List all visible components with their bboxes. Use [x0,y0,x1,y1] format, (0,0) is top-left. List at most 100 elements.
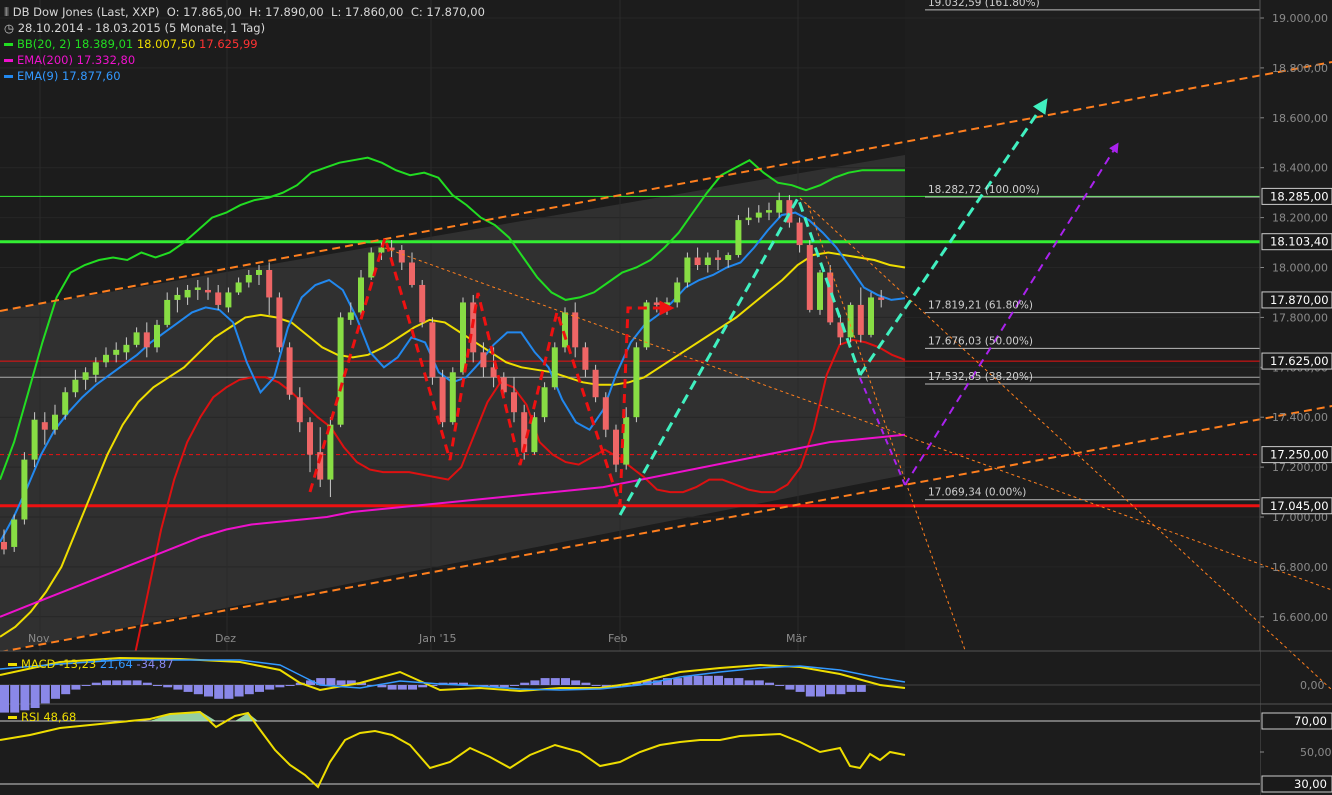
macd-histogram-bar [193,685,203,695]
macd-histogram-bar [836,685,846,695]
candle-down [878,297,885,300]
candle-down [215,292,222,305]
x-tick-label: Jan '15 [418,632,456,645]
macd-histogram-bar [550,678,560,685]
clock-icon: ◷ [4,21,18,35]
macd-histogram-bar [265,685,275,690]
candle-down [286,347,293,395]
bb-upper-value: 18.389,01 [74,37,134,51]
candle-up [21,459,28,520]
candle-up [52,414,58,430]
ema9-swatch [4,75,13,78]
macd-legend: MACD -13,23 21,64 -34,87 [8,657,174,671]
macd-histogram-bar [795,685,805,692]
macd-histogram-bar [142,682,152,685]
ema9-label: EMA(9) [17,69,59,83]
candle-up [776,200,783,213]
macd-histogram-bar [102,680,111,685]
macd-histogram-bar [785,685,795,690]
macd-histogram-bar [724,678,734,685]
chart-icon: ⦀ [4,5,13,19]
candle-down [592,369,599,398]
macd-histogram-bar [530,680,540,685]
candle-up [347,312,354,320]
y-tick-label: 18.200,00 [1272,212,1328,225]
candle-up [337,317,344,425]
macd-zero-label: 0,00 [1300,679,1325,692]
macd-histogram-bar [326,678,336,685]
bb-swatch [4,43,13,46]
candle-down [143,332,150,348]
macd-histogram-bar [71,685,81,690]
candle-up [755,212,762,218]
candle-up [868,297,874,335]
ema200-label: EMA(200) [17,53,73,67]
fib-level-label: 17.819,21 (61.80%) [928,300,1033,312]
price-badge-label: 18.103,40 [1270,235,1329,249]
macd-histogram-bar [510,685,519,686]
candle-up [235,282,242,293]
candle-up [245,274,252,283]
macd-histogram-bar [408,685,417,690]
date-range: 28.10.2014 - 18.03.2015 (5 Monate, 1 Tag… [17,21,266,35]
high-value: H: 17.890,00 [249,5,324,19]
macd-label: MACD [21,657,56,671]
candle-up [133,332,140,345]
candle-down [796,222,803,246]
candle-down [41,422,48,430]
macd-histogram-bar [275,685,285,688]
chart-legend: ⦀ DB Dow Jones (Last, XXP) O: 17.865,00 … [4,4,485,84]
candle-up [62,392,69,415]
candle-up [72,379,79,393]
candle-up [82,372,89,380]
y-tick-label: 16.800,00 [1272,561,1328,574]
macd-histogram-bar [387,685,397,690]
price-chart: 19.000,00 18.800,00 18.600,00 18.400,00 18.2… [0,0,1332,795]
candle-down [806,245,813,310]
macd-histogram-bar [122,680,132,685]
macd-histogram-bar [234,685,244,697]
candle-down [439,377,446,423]
rsi-50-label: 50,00 [1300,746,1332,759]
macd-histogram-bar [856,685,866,692]
macd-histogram-bar [591,685,601,686]
x-tick-label: Feb [608,632,627,645]
candle-down [602,397,609,430]
macd-histogram-bar [204,685,213,697]
rsi-badge-label: 30,00 [1294,777,1327,791]
y-tick-label: 18.800,00 [1272,62,1328,75]
candle-up [358,277,364,313]
macd-histogram-bar [540,678,550,685]
candle-up [847,304,854,338]
x-tick-label: Nov [28,632,50,645]
candle-up [735,220,742,256]
candle-up [551,347,558,388]
macd-histogram-bar [30,685,40,708]
low-value: L: 17.860,00 [331,5,404,19]
legend-bb-row: BB(20, 2) 18.389,01 18.007,50 17.625,99 [4,36,485,52]
macd-histogram-bar [571,680,581,685]
candle-down [613,429,619,465]
candle-up [817,272,823,310]
candle-up [684,257,691,283]
candle-up [194,287,201,290]
price-badge-label: 18.285,00 [1270,189,1329,203]
macd-histogram-bar [734,678,744,685]
candle-up [225,292,232,308]
candle-down [511,392,517,413]
candle-down [307,422,313,455]
x-tick-label: Mär [786,632,807,645]
candle-up [31,419,38,460]
macd-histogram-bar [775,685,785,686]
fib-level-label: 17.532,85 (38.20%) [928,371,1033,383]
macd-histogram-bar [520,682,530,685]
candle-down [276,297,283,348]
candle-up [664,302,670,305]
rsi-label: RSI [21,710,40,724]
candle-down [398,250,405,263]
macd-histogram-bar [81,685,91,686]
future-area [905,0,1260,650]
macd-histogram-bar [20,685,30,711]
macd-swatch [8,663,17,666]
y-tick-label: 17.800,00 [1272,311,1328,324]
